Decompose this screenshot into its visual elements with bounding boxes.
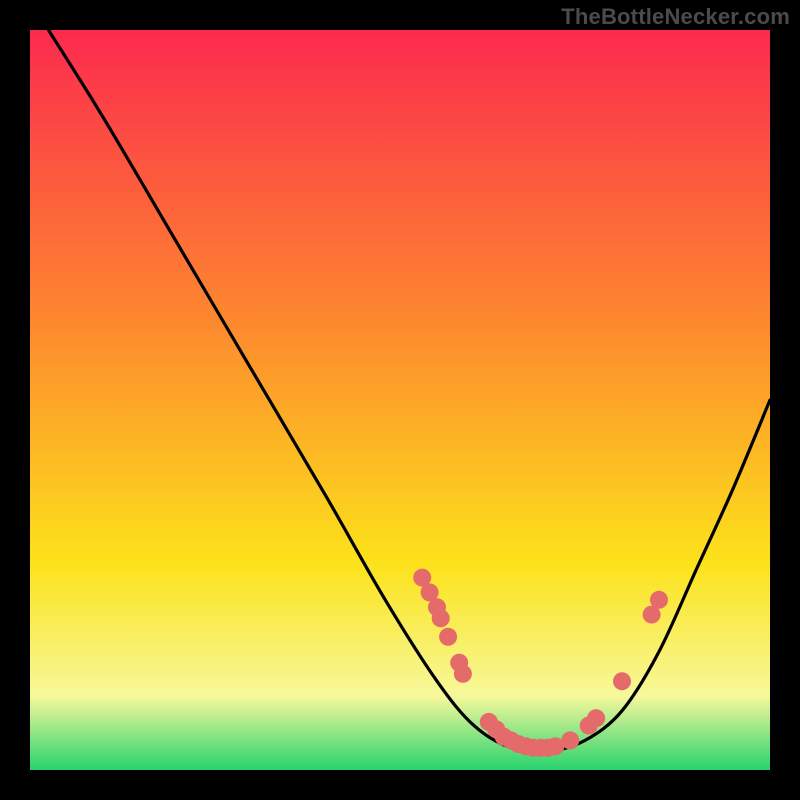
- data-marker: [650, 591, 668, 609]
- data-marker: [561, 731, 579, 749]
- data-marker: [613, 672, 631, 690]
- data-marker: [587, 709, 605, 727]
- data-marker: [454, 665, 472, 683]
- gradient-background: [30, 30, 770, 770]
- chart-container: TheBottleNecker.com: [0, 0, 800, 800]
- watermark-text: TheBottleNecker.com: [561, 4, 790, 30]
- data-marker: [432, 609, 450, 627]
- chart-svg: [30, 30, 770, 770]
- data-marker: [439, 628, 457, 646]
